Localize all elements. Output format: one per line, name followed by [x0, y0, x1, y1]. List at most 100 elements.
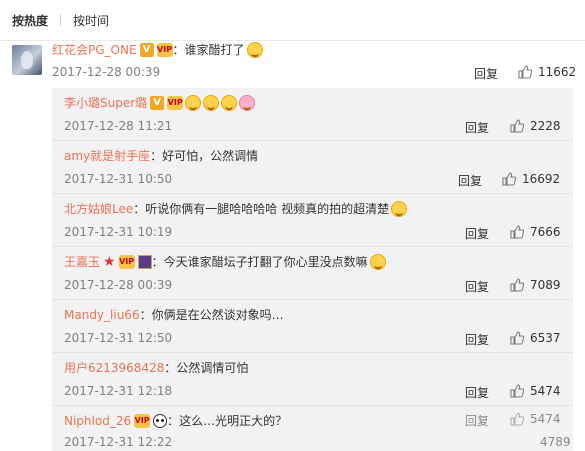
reply-text: ：公然调情可怕	[164, 361, 249, 375]
reply-username[interactable]: 李小璐Super璐	[64, 94, 147, 111]
like-count: 2228	[530, 119, 561, 133]
thumbs-up-icon	[510, 384, 524, 398]
reply-button[interactable]: 回复	[465, 412, 489, 429]
reply-time: 2017-12-31 12:22	[64, 435, 173, 449]
reply-item: 王嘉玉 ★ VIP ：今天谁家醋坛子打翻了你心里没点数嘛 2017-12-28 …	[52, 247, 573, 300]
reply-time: 2017-12-28 11:21	[64, 119, 173, 133]
reply-line: 用户6213968428 ：公然调情可怕	[64, 359, 248, 376]
like-button[interactable]: 2228	[510, 119, 561, 133]
like-button[interactable]: 5474	[510, 412, 561, 426]
reply-button[interactable]: 回复	[458, 172, 482, 189]
like-count-secondary: 4789	[540, 435, 571, 449]
verified-badge-icon: V	[150, 95, 165, 110]
reply-meta: 2017-12-28 11:21	[64, 119, 172, 133]
pig-emoji-icon	[239, 94, 256, 111]
reply-username[interactable]: Niphlod_26	[64, 414, 131, 428]
like-count: 11662	[538, 65, 577, 79]
reply-line: Mandy_liu66 ：你俩是在公然谈对象吗…	[64, 306, 284, 323]
emoji-icon	[203, 94, 220, 111]
thumbs-up-icon	[510, 225, 524, 239]
reply-button[interactable]: 回复	[465, 225, 489, 242]
reply-text: ：好可怕，公然调情	[150, 149, 259, 163]
main-comment-line: 红花会PG_ONE V VIP ：谁家醋打了	[52, 41, 263, 58]
reply-username[interactable]: amy就是射手座	[64, 147, 150, 164]
member-badge-icon	[137, 254, 152, 269]
reply-line: 北方姑娘Lee ：听说你俩有一腿哈哈哈哈 视频真的拍的超清楚	[64, 200, 408, 217]
reply-item: 李小璐Super璐 V VIP 2017-12-28 11:21 回复 2228	[52, 88, 573, 141]
reply-text: ：你俩是在公然谈对象吗…	[139, 308, 284, 322]
sort-divider	[60, 14, 62, 26]
reply-button[interactable]: 回复	[465, 119, 489, 136]
like-button[interactable]: 11662	[518, 65, 576, 79]
sort-by-hot-tab[interactable]: 按热度	[12, 12, 48, 29]
avatar[interactable]	[12, 45, 42, 75]
reply-meta: 2017-12-31 12:50	[64, 331, 172, 345]
thumbs-up-icon	[510, 119, 524, 133]
thumbs-up-icon	[502, 172, 516, 186]
like-button[interactable]: 5474	[510, 384, 561, 398]
reply-time: 2017-12-31 10:19	[64, 225, 173, 239]
reply-button[interactable]: 回复	[465, 331, 489, 348]
reply-item: Niphlod_26 VIP ：这么…光明正大的？ 2017-12-31 12:…	[52, 406, 573, 451]
like-button[interactable]: 6537	[510, 331, 561, 345]
like-button[interactable]: 7089	[510, 278, 561, 292]
reply-meta: 2017-12-31 12:22	[64, 435, 172, 449]
reply-line: 王嘉玉 ★ VIP ：今天谁家醋坛子打翻了你心里没点数嘛	[64, 253, 386, 270]
reply-username[interactable]: 北方姑娘Lee	[64, 200, 133, 217]
reply-text: ：这么…光明正大的？	[167, 414, 288, 428]
reply-meta: 2017-12-31 12:18	[64, 384, 172, 398]
laughing-emoji-icon	[391, 200, 408, 217]
vip-badge-icon: VIP	[118, 254, 135, 269]
reply-line: 李小璐Super璐 V VIP	[64, 94, 256, 111]
reply-time: 2017-12-31 10:50	[64, 172, 173, 186]
reply-button[interactable]: 回复	[465, 278, 489, 295]
main-comment: 红花会PG_ONE V VIP ：谁家醋打了 2017-12-28 00:39 …	[0, 40, 585, 88]
reply-item: 用户6213968428 ：公然调情可怕 2017-12-31 12:18 回复…	[52, 353, 573, 406]
like-count: 7089	[530, 278, 561, 292]
reply-button[interactable]: 回复	[465, 384, 489, 401]
reply-time: 2017-12-28 00:39	[64, 278, 173, 292]
comment-time: 2017-12-28 00:39	[52, 65, 161, 79]
thumbs-up-icon	[510, 331, 524, 345]
reply-meta: 2017-12-31 10:50	[64, 172, 172, 186]
like-count: 7666	[530, 225, 561, 239]
verified-badge-icon: V	[139, 42, 154, 57]
reply-meta: 2017-12-31 10:19	[64, 225, 172, 239]
reply-item: amy就是射手座 ：好可怕，公然调情 2017-12-31 10:50 回复 1…	[52, 141, 573, 194]
panda-icon	[153, 413, 168, 428]
reply-username[interactable]: 用户6213968428	[64, 359, 164, 376]
reply-button[interactable]: 回复	[474, 65, 498, 82]
reply-username[interactable]: 王嘉玉	[64, 253, 100, 270]
reply-meta: 2017-12-28 00:39	[64, 278, 172, 292]
reply-item: Mandy_liu66 ：你俩是在公然谈对象吗… 2017-12-31 12:5…	[52, 300, 573, 353]
thumbs-up-icon	[510, 412, 524, 426]
thumbs-up-icon	[518, 65, 532, 79]
sort-bar: 按热度 按时间	[0, 0, 585, 41]
vip-badge-icon: VIP	[156, 42, 173, 57]
reply-line: amy就是射手座 ：好可怕，公然调情	[64, 147, 258, 164]
like-button[interactable]: 7666	[510, 225, 561, 239]
like-count: 5474	[530, 412, 561, 426]
emoji-icon	[246, 41, 263, 58]
reply-text: ：今天谁家醋坛子打翻了你心里没点数嘛	[151, 255, 368, 269]
like-button[interactable]: 16692	[502, 172, 560, 186]
comment-text: ：谁家醋打了	[172, 43, 245, 57]
comment-username[interactable]: 红花会PG_ONE	[52, 41, 137, 58]
emoji-icon	[185, 94, 202, 111]
star-icon: ★	[103, 253, 116, 270]
reply-line: Niphlod_26 VIP ：这么…光明正大的？	[64, 412, 287, 429]
vip-badge-icon: VIP	[134, 413, 151, 428]
like-count: 16692	[522, 172, 561, 186]
reply-item: 北方姑娘Lee ：听说你俩有一腿哈哈哈哈 视频真的拍的超清楚 2017-12-3…	[52, 194, 573, 247]
reply-username[interactable]: Mandy_liu66	[64, 308, 140, 322]
like-count: 5474	[530, 384, 561, 398]
emoji-icon	[221, 94, 238, 111]
reply-text: ：听说你俩有一腿哈哈哈哈 视频真的拍的超清楚	[133, 202, 390, 216]
smile-emoji-icon	[369, 253, 386, 270]
reply-time: 2017-12-31 12:50	[64, 331, 173, 345]
thumbs-up-icon	[510, 278, 524, 292]
reply-time: 2017-12-31 12:18	[64, 384, 173, 398]
sort-by-time-tab[interactable]: 按时间	[73, 12, 109, 29]
main-comment-meta: 2017-12-28 00:39	[52, 65, 160, 79]
like-count: 6537	[530, 331, 561, 345]
